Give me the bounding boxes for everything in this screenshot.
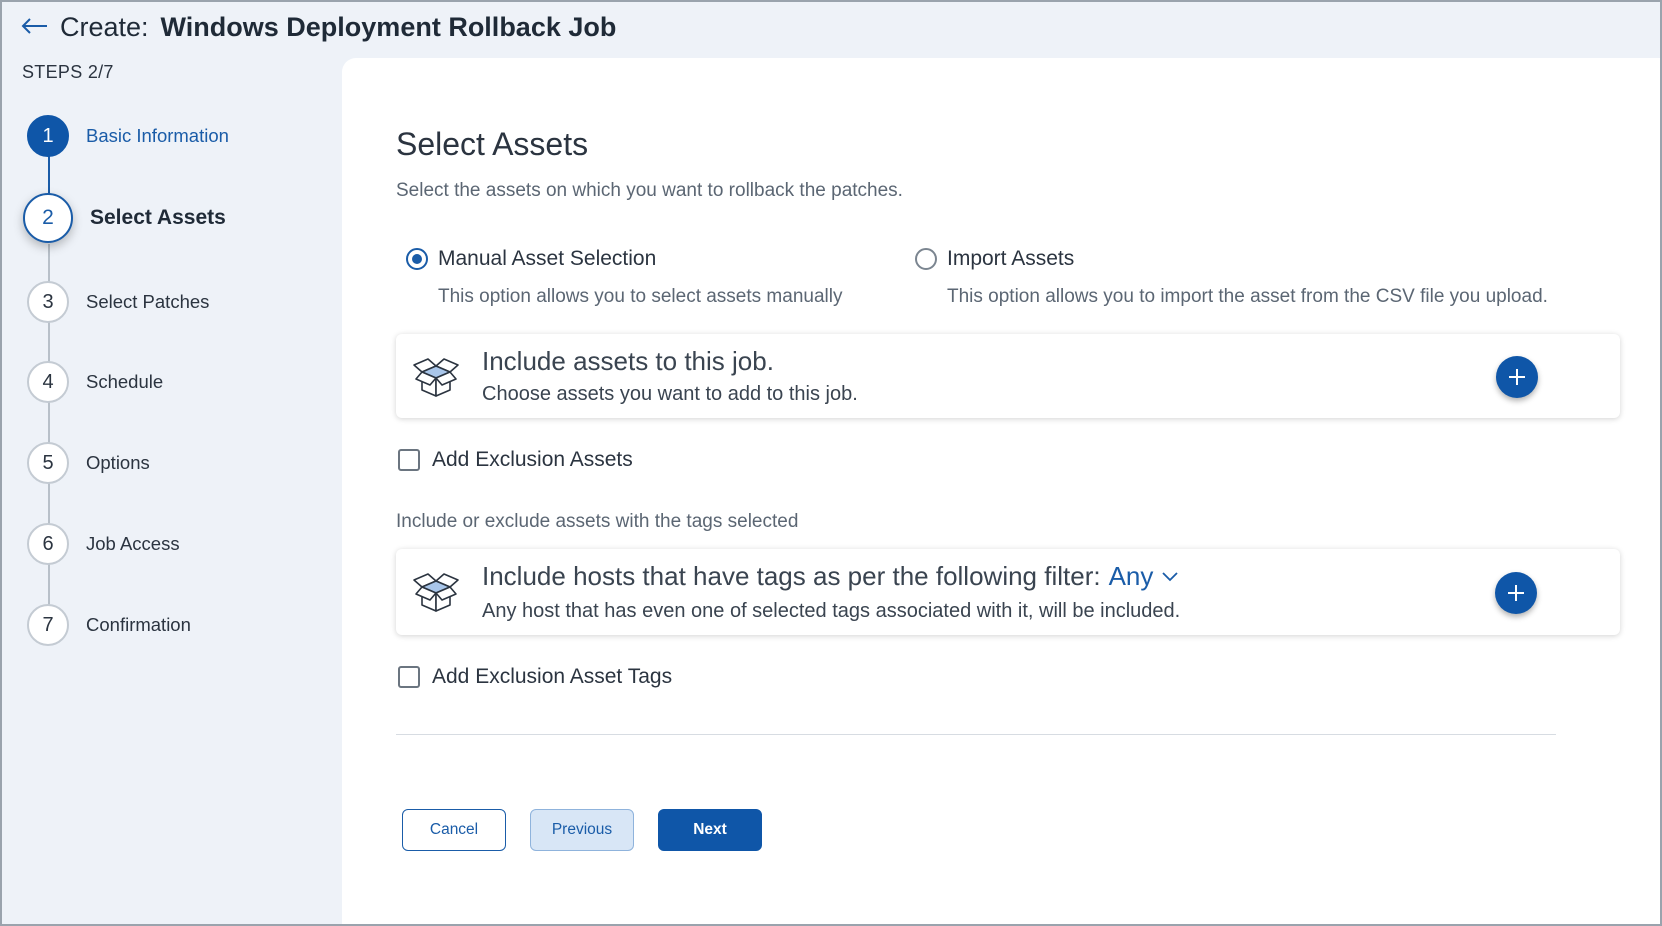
arrow-left-icon[interactable] xyxy=(20,14,50,38)
next-button[interactable]: Next xyxy=(658,809,762,851)
checkbox[interactable] xyxy=(398,666,420,688)
plus-icon xyxy=(1509,369,1525,385)
include-tags-title-row: Include hosts that have tags as per the … xyxy=(482,561,1179,592)
previous-button[interactable]: Previous xyxy=(530,809,634,851)
step-connector xyxy=(48,152,50,194)
manual-selection-description: This option allows you to select assets … xyxy=(438,286,843,307)
step-basic-information[interactable]: 1 Basic Information xyxy=(27,115,229,157)
add-tags-button[interactable] xyxy=(1495,572,1537,614)
checkbox-label: Add Exclusion Assets xyxy=(432,448,633,471)
step-job-access[interactable]: 6 Job Access xyxy=(27,523,180,565)
step-label: Basic Information xyxy=(86,125,229,146)
import-assets-description: This option allows you to import the ass… xyxy=(947,286,1548,307)
radio-label: Import Assets xyxy=(947,247,1075,270)
add-exclusion-assets-checkbox[interactable]: Add Exclusion Assets xyxy=(398,448,633,472)
main-panel: Select Assets Select the assets on which… xyxy=(342,58,1660,924)
step-connector xyxy=(48,402,50,444)
include-tags-card: Include hosts that have tags as per the … xyxy=(396,549,1620,635)
page-title-name: Windows Deployment Rollback Job xyxy=(160,12,617,42)
include-tags-subtitle: Any host that has even one of selected t… xyxy=(482,600,1181,622)
steps-counter: STEPS 2/7 xyxy=(22,62,114,82)
radio-label: Manual Asset Selection xyxy=(438,247,657,270)
tags-hint-text: Include or exclude assets with the tags … xyxy=(396,511,799,532)
add-assets-button[interactable] xyxy=(1496,356,1538,398)
step-number: 3 xyxy=(27,281,69,323)
checkbox[interactable] xyxy=(398,449,420,471)
step-number: 5 xyxy=(27,442,69,484)
step-number: 2 xyxy=(23,193,73,243)
step-number: 1 xyxy=(27,115,69,157)
step-label: Confirmation xyxy=(86,614,191,635)
radio-button-checked[interactable] xyxy=(406,248,428,270)
include-tags-title: Include hosts that have tags as per the … xyxy=(482,561,1101,591)
cancel-button[interactable]: Cancel xyxy=(402,809,506,851)
page-title: Create: Windows Deployment Rollback Job xyxy=(60,12,616,43)
open-box-icon xyxy=(413,358,459,397)
step-connector xyxy=(48,322,50,362)
include-assets-card: Include assets to this job. Choose asset… xyxy=(396,334,1620,418)
plus-icon xyxy=(1508,585,1524,601)
step-schedule[interactable]: 4 Schedule xyxy=(27,361,163,403)
page-header: Create: Windows Deployment Rollback Job xyxy=(2,2,1660,58)
chevron-down-icon xyxy=(1162,571,1179,581)
step-label: Options xyxy=(86,452,150,473)
step-label: Select Assets xyxy=(90,206,226,229)
step-confirmation[interactable]: 7 Confirmation xyxy=(27,604,191,646)
step-label: Schedule xyxy=(86,371,164,392)
checkbox-label: Add Exclusion Asset Tags xyxy=(432,665,673,688)
step-connector xyxy=(48,483,50,525)
include-assets-title: Include assets to this job. xyxy=(482,346,774,376)
step-connector xyxy=(48,564,50,605)
tag-filter-dropdown[interactable]: Any xyxy=(1109,561,1180,592)
page-title-prefix: Create: xyxy=(60,12,149,42)
step-options[interactable]: 5 Options xyxy=(27,442,150,484)
divider xyxy=(396,734,1556,735)
tag-filter-value: Any xyxy=(1108,561,1154,591)
step-number: 4 xyxy=(27,361,69,403)
step-number: 7 xyxy=(27,604,69,646)
manual-asset-selection-radio[interactable]: Manual Asset Selection xyxy=(406,247,656,271)
add-exclusion-asset-tags-checkbox[interactable]: Add Exclusion Asset Tags xyxy=(398,665,672,689)
open-box-icon xyxy=(413,573,459,612)
step-label: Select Patches xyxy=(86,291,210,312)
section-subtitle: Select the assets on which you want to r… xyxy=(396,180,903,201)
app-window: Create: Windows Deployment Rollback Job S… xyxy=(0,0,1662,926)
step-number: 6 xyxy=(27,523,69,565)
step-select-assets[interactable]: 2 Select Assets xyxy=(23,193,226,243)
step-select-patches[interactable]: 3 Select Patches xyxy=(27,281,209,323)
include-assets-subtitle: Choose assets you want to add to this jo… xyxy=(482,383,858,405)
radio-button[interactable] xyxy=(915,248,937,270)
stepper: 1 Basic Information 2 Select Assets 3 Se… xyxy=(2,102,340,702)
section-title: Select Assets xyxy=(396,126,589,162)
step-label: Job Access xyxy=(86,533,180,554)
import-assets-radio[interactable]: Import Assets xyxy=(915,247,1074,271)
